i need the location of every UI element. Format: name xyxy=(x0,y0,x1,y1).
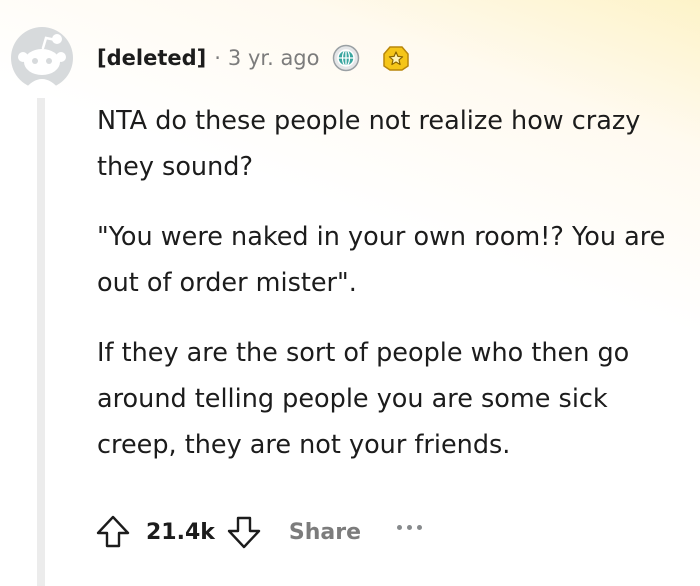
comment-author[interactable]: [deleted] xyxy=(97,46,206,70)
comment-paragraph: NTA do these people not realize how craz… xyxy=(97,106,641,182)
star-award-icon[interactable] xyxy=(382,44,410,72)
comment-paragraph: "You were naked in your own room!? You a… xyxy=(97,222,666,298)
globe-award-icon[interactable] xyxy=(332,44,360,72)
comment-header: [deleted] · 3 yr. ago xyxy=(97,40,410,76)
user-avatar[interactable] xyxy=(10,26,74,90)
downvote-icon[interactable] xyxy=(225,513,263,551)
vote-score: 21.4k xyxy=(146,519,215,545)
more-options-icon[interactable] xyxy=(397,524,423,530)
share-button[interactable]: Share xyxy=(289,520,361,545)
thread-collapse-line[interactable] xyxy=(37,98,45,586)
comment-body: NTA do these people not realize how craz… xyxy=(97,98,687,492)
header-separator: · xyxy=(214,46,221,70)
upvote-icon[interactable] xyxy=(94,513,132,551)
comment-timestamp[interactable]: 3 yr. ago xyxy=(228,46,320,70)
comment-action-bar: 21.4k Share xyxy=(94,510,423,554)
comment-paragraph: If they are the sort of people who then … xyxy=(97,338,630,460)
